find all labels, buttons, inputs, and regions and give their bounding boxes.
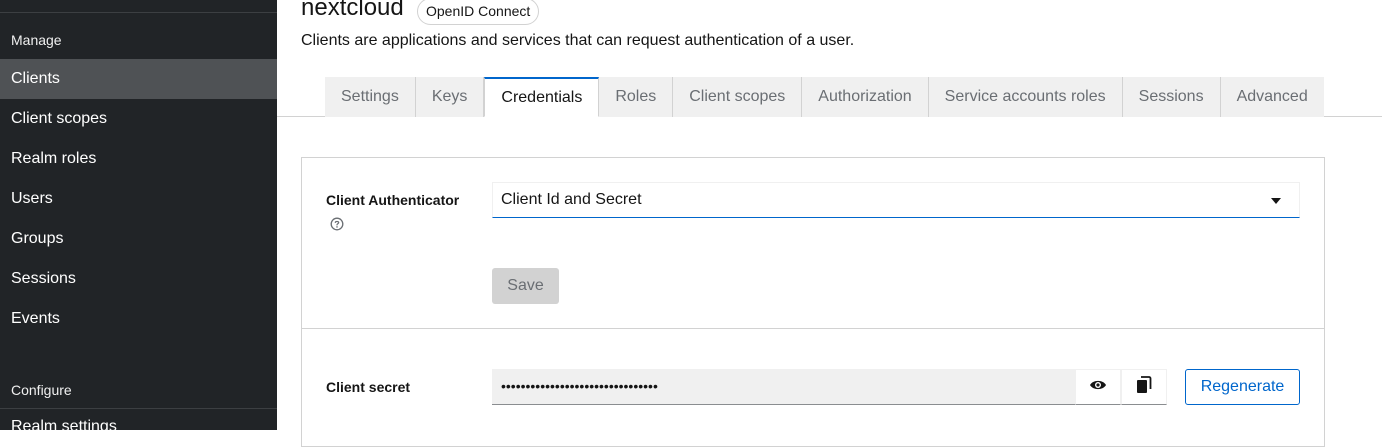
protocol-badge: OpenID Connect xyxy=(417,0,540,25)
sidebar-item-clients[interactable]: Clients xyxy=(0,59,277,99)
save-button[interactable]: Save xyxy=(492,268,559,304)
copy-icon xyxy=(1136,375,1152,399)
sidebar: Manage Clients Client scopes Realm roles… xyxy=(0,0,277,435)
sidebar-section-manage: Manage xyxy=(11,32,62,48)
sidebar-item-sessions[interactable]: Sessions xyxy=(0,259,277,299)
tab-authorization[interactable]: Authorization xyxy=(802,77,929,117)
tab-roles[interactable]: Roles xyxy=(599,77,674,117)
tab-bar: Settings Keys Credentials Roles Client s… xyxy=(325,77,1324,117)
page-subtitle: Clients are applications and services th… xyxy=(301,32,855,49)
sidebar-item-realm-settings[interactable]: Realm settings xyxy=(0,407,277,447)
caret-down-icon xyxy=(1271,198,1281,204)
main-content: nextcloud OpenID Connect Clients are app… xyxy=(277,0,1382,447)
tab-sessions[interactable]: Sessions xyxy=(1122,77,1221,117)
sidebar-divider xyxy=(0,12,277,13)
client-secret-label: Client secret xyxy=(326,379,411,395)
tab-keys[interactable]: Keys xyxy=(415,77,485,117)
eye-icon xyxy=(1089,378,1107,396)
tab-advanced[interactable]: Advanced xyxy=(1220,77,1324,117)
sidebar-item-users[interactable]: Users xyxy=(0,179,277,219)
show-secret-button[interactable] xyxy=(1075,369,1121,405)
sidebar-item-client-scopes[interactable]: Client scopes xyxy=(0,99,277,139)
client-secret-input[interactable]: •••••••••••••••••••••••••••••••• xyxy=(492,369,1076,405)
tab-settings[interactable]: Settings xyxy=(325,77,416,117)
sidebar-item-realm-roles[interactable]: Realm roles xyxy=(0,139,277,179)
tab-client-scopes[interactable]: Client scopes xyxy=(673,77,803,117)
client-authenticator-select[interactable]: Client Id and Secret xyxy=(492,182,1300,218)
help-circle-icon[interactable] xyxy=(330,217,344,231)
sidebar-item-groups[interactable]: Groups xyxy=(0,219,277,259)
regenerate-button[interactable]: Regenerate xyxy=(1185,369,1300,405)
sidebar-section-configure: Configure xyxy=(11,382,72,398)
sidebar-item-events[interactable]: Events xyxy=(0,299,277,339)
tab-credentials[interactable]: Credentials xyxy=(484,77,600,117)
copy-secret-button[interactable] xyxy=(1121,369,1167,405)
page-title: nextcloud xyxy=(301,0,404,21)
tab-service-accounts-roles[interactable]: Service accounts roles xyxy=(928,77,1123,117)
credentials-card: Client Authenticator Client Id and Secre… xyxy=(301,157,1325,447)
client-authenticator-value: Client Id and Secret xyxy=(501,191,642,208)
card-divider xyxy=(302,328,1324,329)
client-authenticator-label: Client Authenticator xyxy=(326,192,460,208)
